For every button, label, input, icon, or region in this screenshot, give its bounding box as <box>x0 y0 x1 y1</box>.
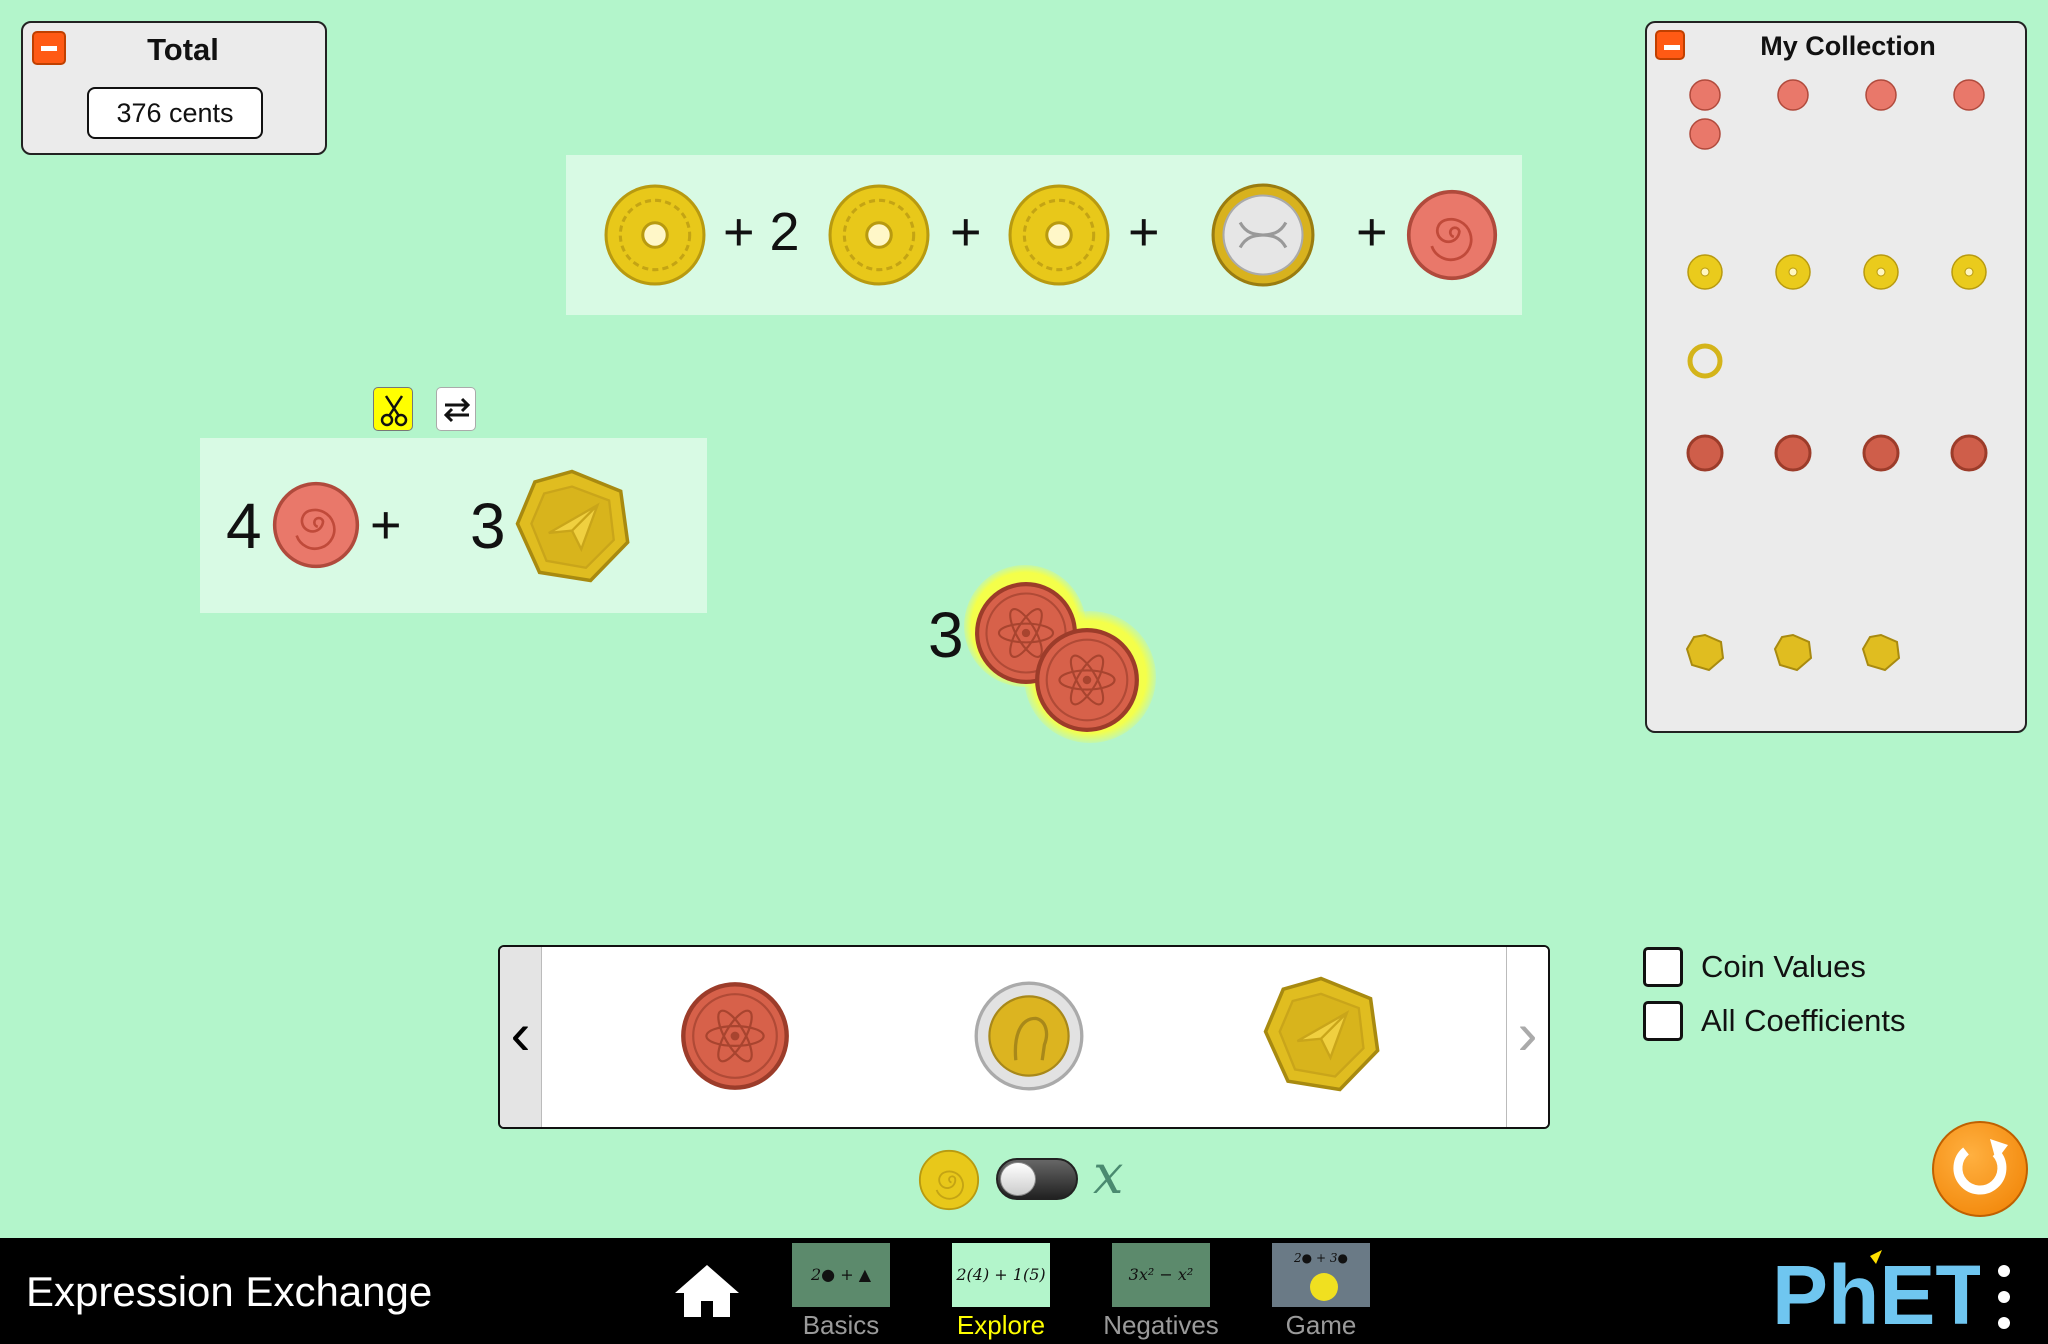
app-title: Expression Exchange <box>26 1268 433 1315</box>
gold-ring-coin[interactable] <box>604 184 706 286</box>
expression-2[interactable]: 4 + 3 <box>200 438 707 613</box>
atom-coin-creator[interactable] <box>680 981 790 1091</box>
my-collection-panel: My Collection <box>1645 21 2027 733</box>
tab-basics[interactable]: 2● + ▲ Basics <box>786 1238 896 1344</box>
atom-coin[interactable] <box>1034 627 1140 733</box>
tab-negatives-label: Negatives <box>1103 1310 1219 1340</box>
tab-negatives[interactable]: 3x² − x² Negatives <box>1103 1238 1219 1344</box>
total-title: Total <box>147 32 219 67</box>
expression-1[interactable]: + 2 + + + <box>566 155 1522 315</box>
tab-basics-label: Basics <box>802 1310 880 1340</box>
reset-all-button[interactable] <box>1932 1121 2028 1217</box>
person-coin-creator[interactable] <box>974 981 1084 1091</box>
collection-coins <box>1685 79 1988 672</box>
expression-2-plus: + <box>370 495 402 555</box>
gold-ring-coin[interactable] <box>828 184 930 286</box>
coefficient: 4 <box>226 490 262 562</box>
coefficient: 3 <box>928 599 964 671</box>
gold-ring-coin[interactable] <box>1008 184 1110 286</box>
all-coefficients-checkbox-row[interactable]: All Coefficients <box>1643 999 1905 1043</box>
chevron-right-icon: › <box>1517 1000 1538 1067</box>
spiral-coin[interactable] <box>1406 189 1498 281</box>
total-value: 376 cents <box>87 87 263 139</box>
phet-logo[interactable]: PhET <box>1772 1248 1980 1334</box>
reset-icon <box>1953 1139 2008 1195</box>
carousel-next-button[interactable]: › <box>1506 947 1548 1127</box>
coin-view-icon <box>918 1149 980 1211</box>
expression-1-plus: + <box>950 202 982 262</box>
explore-thumbnail: 2(4) + 1(5) <box>952 1243 1050 1307</box>
smiley-icon <box>1310 1273 1338 1301</box>
coin-variable-toggle[interactable] <box>996 1158 1078 1200</box>
chevron-left-icon: ‹ <box>510 1000 531 1067</box>
tab-game-label: Game <box>1285 1310 1357 1340</box>
expression-1-plus: + <box>1356 202 1388 262</box>
total-panel: Total 376 cents <box>21 21 327 155</box>
swap-arrows-icon <box>443 397 471 423</box>
negatives-thumbnail: 3x² − x² <box>1112 1243 1210 1307</box>
menu-icon[interactable] <box>1996 1265 2012 1329</box>
coin-values-checkbox-row[interactable]: Coin Values <box>1643 945 1866 989</box>
basics-thumbnail: 2● + ▲ <box>792 1243 890 1307</box>
dna-coin[interactable] <box>1211 183 1315 287</box>
scissors-icon <box>380 395 408 427</box>
home-icon[interactable] <box>672 1262 742 1320</box>
coin-values-label: Coin Values <box>1701 949 1866 984</box>
variable-view-label: x <box>1093 1143 1124 1206</box>
break-apart-button[interactable] <box>373 387 413 431</box>
spiral-coin[interactable] <box>272 481 360 569</box>
all-coefficients-checkbox[interactable] <box>1643 1001 1683 1041</box>
expression-1-plus: + <box>1128 202 1160 262</box>
swap-button[interactable] <box>436 387 476 431</box>
carousel-prev-button[interactable]: ‹ <box>500 947 542 1127</box>
tab-game[interactable]: 2● + 3● Game <box>1266 1238 1376 1344</box>
game-thumbnail: 2● + 3● <box>1272 1243 1370 1307</box>
all-coefficients-label: All Coefficients <box>1701 1003 1906 1038</box>
navigation-bar: Expression Exchange 2● + ▲ Basics 2(4) +… <box>0 1238 2048 1344</box>
expression-1-term: + 2 <box>723 202 800 262</box>
coin-values-checkbox[interactable] <box>1643 947 1683 987</box>
coefficient: 3 <box>470 490 506 562</box>
paper-plane-hex-coin-creator[interactable] <box>1262 975 1380 1093</box>
tab-explore-label: Explore <box>956 1310 1046 1340</box>
paper-plane-hex-coin[interactable] <box>514 468 630 584</box>
floating-coin-term[interactable]: 3 <box>922 565 1162 755</box>
game-thumbnail-text: 2● + 3● <box>1294 1251 1348 1265</box>
tab-explore[interactable]: 2(4) + 1(5) Explore <box>946 1238 1056 1344</box>
toggle-knob[interactable] <box>1000 1162 1036 1196</box>
coin-carousel: ‹ › <box>498 945 1550 1129</box>
